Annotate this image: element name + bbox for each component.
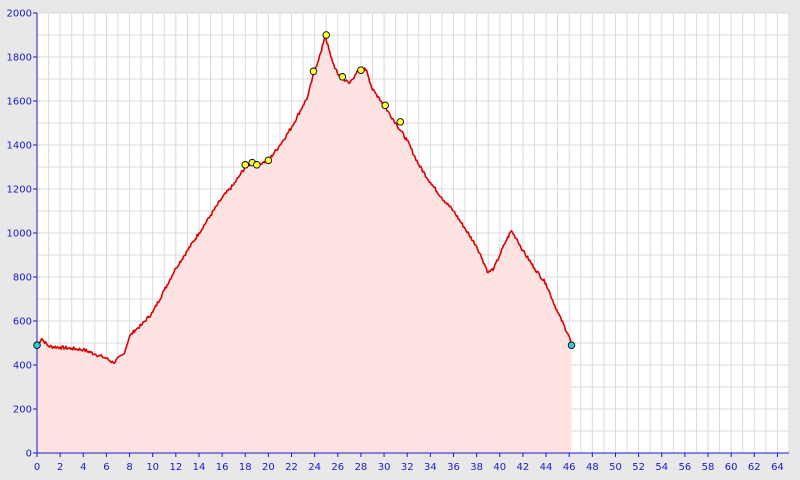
x-tick-label: 28: [355, 462, 368, 473]
y-tick-label: 400: [13, 361, 32, 372]
endpoint-marker: [567, 341, 576, 349]
x-tick-label: 22: [285, 462, 298, 473]
y-tick-label: 1400: [7, 141, 32, 152]
y-tick-label: 1800: [7, 53, 32, 64]
waypoint-marker: [396, 118, 405, 126]
x-tick-label: 16: [216, 462, 229, 473]
y-tick-label: 200: [13, 405, 32, 416]
x-tick-label: 34: [424, 462, 437, 473]
x-tick-label: 20: [262, 462, 275, 473]
elevation-profile-chart: 0 2 4 6 8 10 12 14 16 18 20 22 24 26 28 30 32 34 36 38 40 42 4…: [0, 0, 800, 480]
x-tick-label: 24: [308, 462, 321, 473]
x-tick-label: 4: [80, 462, 86, 473]
waypoint-marker: [253, 161, 261, 169]
waypoint-marker: [241, 161, 249, 169]
y-tick-label: 0: [26, 449, 32, 460]
y-tick-label: 600: [13, 317, 32, 328]
x-tick-label: 64: [771, 462, 784, 473]
x-tick-label: 38: [470, 462, 483, 473]
x-tick-label: 0: [34, 462, 40, 473]
x-tick-label: 42: [517, 462, 530, 473]
x-tick-label: 2: [57, 462, 63, 473]
x-tick-label: 40: [493, 462, 506, 473]
y-tick-label: 1200: [7, 185, 32, 196]
waypoint-marker: [322, 31, 330, 39]
x-tick-label: 54: [655, 462, 668, 473]
waypoint-marker: [381, 101, 389, 110]
endpoint-marker: [33, 341, 41, 349]
y-tick-label: 2000: [7, 9, 32, 20]
x-tick-label: 52: [632, 462, 645, 473]
y-tick-label: 1600: [7, 97, 32, 108]
x-tick-label: 12: [169, 462, 182, 473]
x-tick-label: 36: [447, 462, 460, 473]
waypoint-marker: [264, 156, 273, 165]
x-tick-label: 14: [193, 462, 206, 473]
x-tick-label: 48: [586, 462, 599, 473]
y-tick-label: 800: [13, 273, 32, 284]
waypoint-marker: [338, 73, 347, 81]
x-tick-label: 50: [609, 462, 622, 473]
x-tick-label: 32: [401, 462, 414, 473]
x-tick-label: 56: [679, 462, 692, 473]
chart-svg: 0 2 4 6 8 10 12 14 16 18 20 22 24 26 28 30 32 34 36 38 40 42 4…: [7, 9, 790, 473]
waypoint-marker: [357, 66, 365, 74]
x-tick-label: 18: [239, 462, 252, 473]
x-tick-label: 26: [331, 462, 344, 473]
y-tick-label: 1000: [7, 229, 32, 240]
x-tick-label: 8: [126, 462, 132, 473]
x-tick-label: 30: [378, 462, 391, 473]
x-tick-label: 58: [702, 462, 715, 473]
x-tick-label: 44: [540, 462, 553, 473]
x-tick-label: 46: [563, 462, 576, 473]
x-tick-label: 6: [103, 462, 109, 473]
x-tick-label: 62: [748, 462, 761, 473]
x-tick-label: 60: [725, 462, 738, 473]
waypoint-marker: [309, 67, 318, 76]
x-tick-label: 10: [146, 462, 159, 473]
